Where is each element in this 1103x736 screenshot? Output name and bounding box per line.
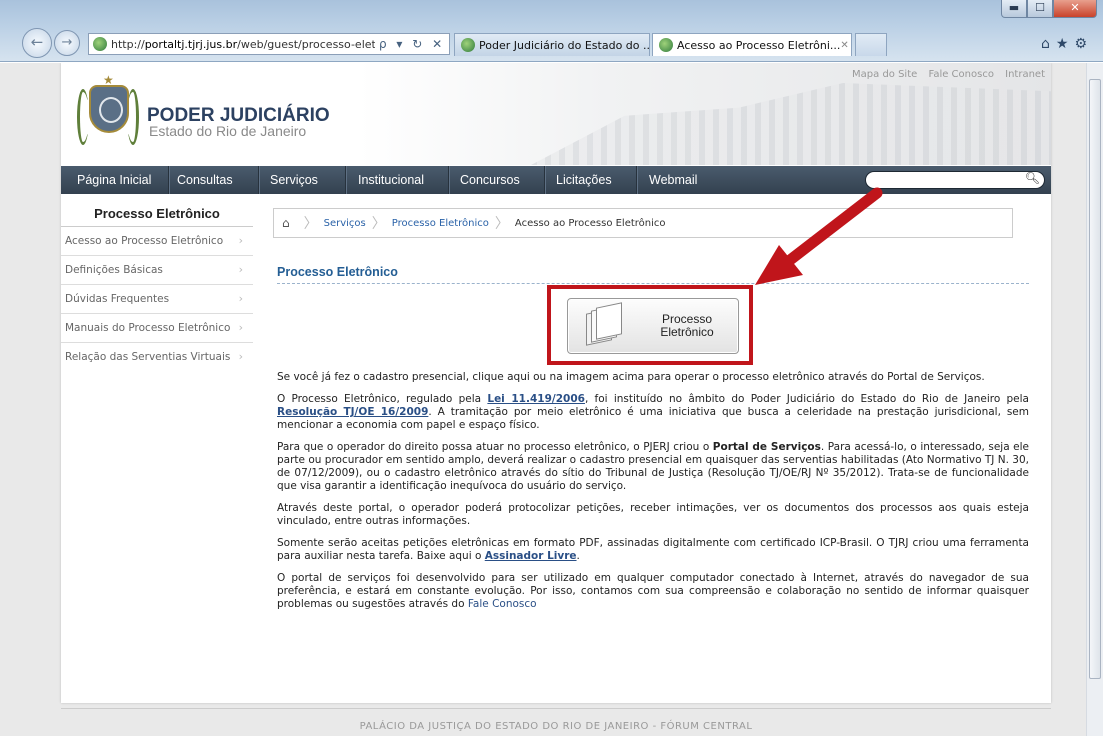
nav-pagina-inicial[interactable]: Página Inicial <box>65 166 163 194</box>
link-lei-11419[interactable]: Lei 11.419/2006 <box>487 393 585 405</box>
window-controls: ▬ ☐ ✕ <box>1001 0 1097 18</box>
tab-poder-judiciario[interactable]: Poder Judiciário do Estado do ... <box>454 33 650 56</box>
breadcrumb-separator: 〉 <box>371 216 386 232</box>
address-tools[interactable]: ρ ▾ ↻ ✕ <box>375 37 449 51</box>
portal-servicos-bold: Portal de Serviços <box>712 441 821 453</box>
link-fale-conosco[interactable]: Fale Conosco <box>928 69 993 80</box>
browser-chrome: ▬ ☐ ✕ ← → http://portaltj.tjrj.jus.br/we… <box>0 0 1103 62</box>
text-fragment: , foi instituído no âmbito do Poder Judi… <box>584 393 1029 405</box>
forward-button[interactable]: → <box>54 30 80 56</box>
url-scheme: http:// <box>111 37 145 51</box>
site-header: ★ PODER JUDICIÁRIO Estado do Rio de Jane… <box>61 63 1051 165</box>
text-fragment: Somente serão aceitas petições eletrônic… <box>277 537 1029 562</box>
footer: PALÁCIO DA JUSTIÇA DO ESTADO DO RIO DE J… <box>61 708 1051 736</box>
page-title: Processo Eletrônico <box>277 265 1029 284</box>
annotation-arrow-icon <box>755 187 883 285</box>
new-tab-button[interactable] <box>855 33 887 56</box>
link-fale-conosco-inline[interactable]: Fale Conosco <box>468 598 537 610</box>
sidebar-item-label: Acesso ao Processo Eletrônico <box>65 235 224 247</box>
sidebar-item-serventias[interactable]: Relação das Serventias Virtuais › <box>61 343 253 371</box>
page-container: ★ PODER JUDICIÁRIO Estado do Rio de Jane… <box>61 63 1051 703</box>
sidebar-item-label: Manuais do Processo Eletrônico <box>65 322 231 334</box>
back-button[interactable]: ← <box>22 28 52 58</box>
main-content: Se você já fez o cadastro presencial, cl… <box>277 371 1029 620</box>
chevron-right-icon: › <box>238 263 243 276</box>
sidebar-item-label: Relação das Serventias Virtuais <box>65 351 231 363</box>
vertical-scrollbar[interactable]: ▲ <box>1086 63 1103 736</box>
paragraph-intro: Se você já fez o cadastro presencial, cl… <box>277 371 985 383</box>
nav-institucional[interactable]: Institucional <box>346 166 436 194</box>
scroll-thumb[interactable] <box>1089 79 1101 679</box>
nav-consultas[interactable]: Consultas <box>165 166 245 194</box>
sidebar-item-duvidas[interactable]: Dúvidas Frequentes › <box>61 285 253 314</box>
breadcrumb-current: Acesso ao Processo Eletrônico <box>514 217 666 229</box>
paragraph-features: Através deste portal, o operador poderá … <box>277 502 1029 527</box>
tab-favicon-icon <box>659 38 673 52</box>
maximize-button[interactable]: ☐ <box>1027 0 1053 18</box>
paragraph-portal: Para que o operador do direito possa atu… <box>277 441 1029 493</box>
sidebar-item-label: Dúvidas Frequentes <box>65 293 170 305</box>
breadcrumb-servicos[interactable]: Serviços <box>324 218 366 229</box>
paragraph-pdf: Somente serão aceitas petições eletrônic… <box>277 537 1029 563</box>
chevron-right-icon: › <box>238 350 243 363</box>
link-resolucao-16-2009[interactable]: Resolução TJ/OE 16/2009 <box>277 406 428 418</box>
tab-favicon-icon <box>461 38 475 52</box>
link-assinador-livre[interactable]: Assinador Livre <box>485 550 577 562</box>
nav-servicos[interactable]: Serviços <box>258 166 330 194</box>
home-icon[interactable]: ⌂ <box>282 216 290 230</box>
chevron-right-icon: › <box>238 321 243 334</box>
nav-licitacoes[interactable]: Licitações <box>544 166 624 194</box>
paragraph-regulation: O Processo Eletrônico, regulado pela Lei… <box>277 393 1029 432</box>
breadcrumb-separator: 〉 <box>494 216 509 232</box>
sidebar-item-manuais[interactable]: Manuais do Processo Eletrônico › <box>61 314 253 343</box>
sidebar: Processo Eletrônico Acesso ao Processo E… <box>61 204 253 371</box>
chevron-right-icon: › <box>238 234 243 247</box>
text-fragment: . <box>576 550 580 562</box>
nav-webmail[interactable]: Webmail <box>637 166 709 194</box>
text-fragment: O Processo Eletrônico, regulado pela <box>277 393 488 405</box>
breadcrumb-processo-eletronico[interactable]: Processo Eletrônico <box>392 218 489 229</box>
home-icon[interactable]: ⌂ <box>1041 36 1056 52</box>
sidebar-title: Processo Eletrônico <box>61 204 253 227</box>
breadcrumb-separator: 〉 <box>303 216 318 232</box>
minimize-button[interactable]: ▬ <box>1001 0 1027 18</box>
browser-viewport: ★ PODER JUDICIÁRIO Estado do Rio de Jane… <box>0 63 1103 736</box>
sidebar-item-label: Definições Básicas <box>65 264 163 276</box>
link-mapa-do-site[interactable]: Mapa do Site <box>852 69 917 80</box>
link-intranet[interactable]: Intranet <box>1005 69 1045 80</box>
tab-acesso-processo[interactable]: Acesso ao Processo Eletrôni... ✕ <box>652 33 852 56</box>
tab-label: Acesso ao Processo Eletrôni... <box>677 38 841 52</box>
nav-concursos[interactable]: Concursos <box>448 166 532 194</box>
settings-gear-icon[interactable]: ⚙ <box>1074 36 1093 52</box>
address-bar[interactable]: http://portaltj.tjrj.jus.br/web/guest/pr… <box>88 33 450 55</box>
chevron-right-icon: › <box>238 292 243 305</box>
text-fragment: O portal de serviços foi desenvolvido pa… <box>277 572 1029 610</box>
url-host: portaltj.tjrj.jus.br <box>144 37 238 51</box>
annotation-highlight-box <box>547 285 753 365</box>
site-favicon-icon <box>93 37 107 51</box>
browser-toolbar-icons: ⌂★⚙ <box>1041 36 1093 52</box>
close-tab-icon[interactable]: ✕ <box>840 40 848 51</box>
close-window-button[interactable]: ✕ <box>1053 0 1097 18</box>
favorites-star-icon[interactable]: ★ <box>1056 36 1075 52</box>
header-building-image <box>531 83 1051 165</box>
logo-subtitle: Estado do Rio de Janeiro <box>149 123 307 139</box>
coat-of-arms-logo[interactable]: ★ <box>75 73 141 149</box>
sidebar-item-acesso[interactable]: Acesso ao Processo Eletrônico › <box>61 227 253 256</box>
top-links: Mapa do Site Fale Conosco Intranet <box>844 69 1045 80</box>
paragraph-contact: O portal de serviços foi desenvolvido pa… <box>277 572 1029 611</box>
url-path: /web/guest/processo-elet <box>237 37 375 51</box>
text-fragment: Para que o operador do direito possa atu… <box>277 441 713 453</box>
address-url[interactable]: http://portaltj.tjrj.jus.br/web/guest/pr… <box>111 38 375 51</box>
sidebar-item-definicoes[interactable]: Definições Básicas › <box>61 256 253 285</box>
search-icon[interactable]: 🔍︎ <box>1025 171 1040 185</box>
tab-label: Poder Judiciário do Estado do ... <box>479 38 650 52</box>
